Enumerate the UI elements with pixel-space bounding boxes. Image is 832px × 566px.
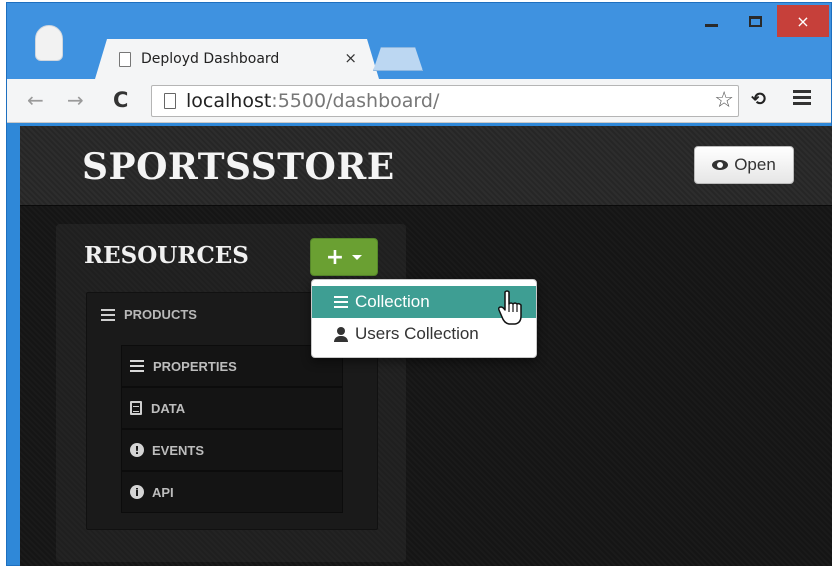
browser-tab[interactable]: Deployd Dashboard × <box>95 39 379 79</box>
subnav-label: API <box>152 484 174 500</box>
resource-subnav: PROPERTIES DATA ! EVENTS i API <box>121 345 343 513</box>
minimize-icon <box>704 23 718 27</box>
new-tab-button[interactable] <box>373 47 423 71</box>
reload-icon[interactable]: C <box>113 88 128 112</box>
close-window-button[interactable]: × <box>777 5 829 37</box>
subnav-item-properties[interactable]: PROPERTIES <box>121 345 343 387</box>
subnav-item-api[interactable]: i API <box>121 471 343 513</box>
exclamation-icon: ! <box>130 443 144 457</box>
maximize-button[interactable] <box>733 5 777 37</box>
user-icon <box>334 326 348 342</box>
plus-icon: + <box>325 244 345 270</box>
window-controls: × <box>689 5 829 37</box>
app-header: SPORTSSTORE Open <box>20 126 832 206</box>
open-button[interactable]: Open <box>694 146 794 184</box>
hamburger-menu-icon[interactable] <box>793 87 811 108</box>
info-icon: i <box>130 485 144 499</box>
tab-title: Deployd Dashboard <box>141 51 280 67</box>
resources-panel: RESOURCES + PRODUCTS PROPERTIES DATA ! E… <box>56 224 406 562</box>
maximize-icon <box>748 15 762 27</box>
subnav-item-data[interactable]: DATA <box>121 387 343 429</box>
page-icon <box>119 51 131 67</box>
caret-down-icon <box>352 254 363 260</box>
tab-close-icon[interactable]: × <box>344 49 357 67</box>
eye-icon <box>712 160 729 170</box>
title-bar: Deployd Dashboard × × <box>7 3 831 79</box>
back-arrow-icon[interactable]: ← <box>27 88 44 112</box>
bookmark-star-icon[interactable]: ☆ <box>714 88 734 113</box>
list-icon <box>130 360 144 372</box>
app-title: SPORTSSTORE <box>82 146 395 188</box>
list-icon <box>101 308 115 321</box>
extension-icon[interactable]: ⟲ <box>751 89 766 110</box>
resource-item-products[interactable]: PRODUCTS <box>101 307 197 322</box>
open-button-label: Open <box>734 155 776 174</box>
browser-toolbar: ← → C localhost:5500/dashboard/ ☆ ⟲ <box>7 79 831 123</box>
url-path: :5500/dashboard/ <box>271 90 440 112</box>
profile-avatar[interactable] <box>35 25 63 61</box>
minimize-button[interactable] <box>689 5 733 37</box>
resource-name: PRODUCTS <box>124 307 197 322</box>
forward-arrow-icon[interactable]: → <box>67 88 84 112</box>
list-icon <box>334 296 348 308</box>
close-icon: × <box>796 11 810 31</box>
subnav-item-events[interactable]: ! EVENTS <box>121 429 343 471</box>
url-host: localhost <box>186 90 272 112</box>
resources-title: RESOURCES <box>84 242 249 269</box>
hand-pointer-cursor-icon <box>498 290 522 325</box>
dropdown-item-label: Collection <box>355 292 430 311</box>
address-bar[interactable]: localhost:5500/dashboard/ ☆ <box>151 85 739 117</box>
browser-window: Deployd Dashboard × × ← → C localhost:55… <box>6 2 832 566</box>
page-icon <box>164 93 176 109</box>
dropdown-item-label: Users Collection <box>355 324 479 343</box>
subnav-label: EVENTS <box>152 442 205 458</box>
page-content: SPORTSSTORE Open RESOURCES + PRODUCTS PR… <box>20 126 832 566</box>
subnav-label: DATA <box>151 400 186 416</box>
subnav-label: PROPERTIES <box>153 358 237 374</box>
add-resource-button[interactable]: + <box>310 238 378 276</box>
document-icon <box>130 401 142 415</box>
